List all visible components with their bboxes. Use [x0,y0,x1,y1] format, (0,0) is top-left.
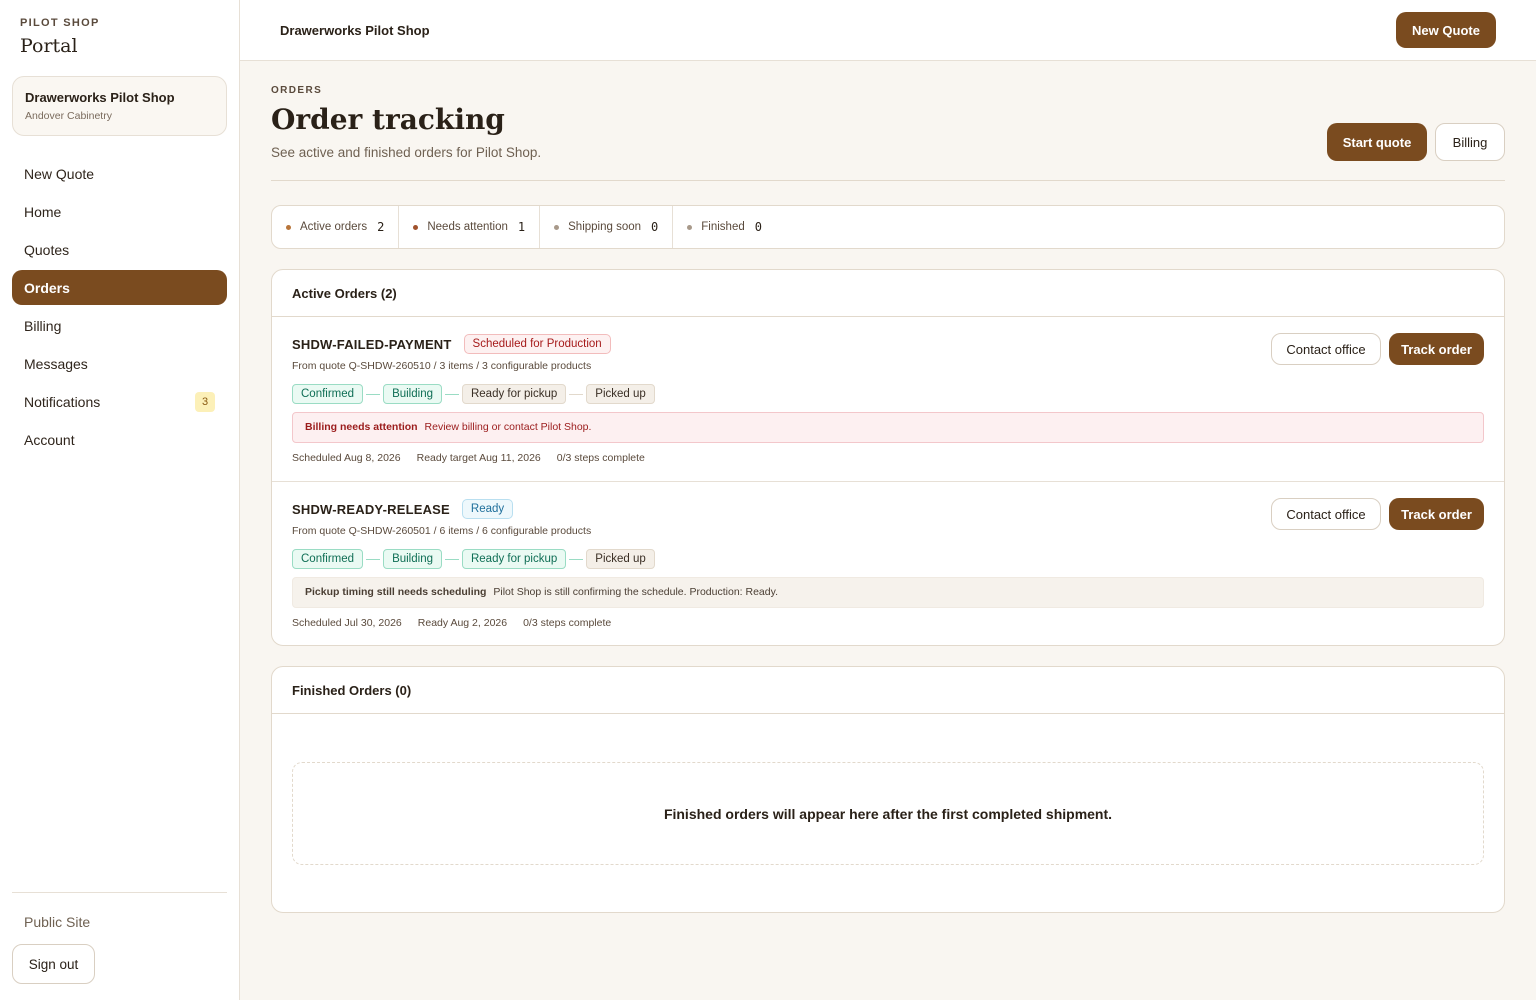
sidebar-item-label: Quotes [24,241,70,258]
notice-text: Review billing or contact Pilot Shop. [424,421,592,433]
sidebar-item-label: Messages [24,355,88,372]
sidebar-divider [12,892,227,893]
stat-label: Needs attention [427,221,508,233]
sidebar-nav: New Quote Home Quotes Orders Billing Mes… [12,156,227,460]
public-site-link[interactable]: Public Site [24,914,90,930]
order-card: SHDW-READY-RELEASE Ready From quote Q-SH… [272,482,1504,645]
sidebar-item-new-quote[interactable]: New Quote [12,156,227,191]
sidebar-item-home[interactable]: Home [12,194,227,229]
sidebar: PILOT SHOP Portal Drawerworks Pilot Shop… [0,0,240,1000]
order-id: SHDW-FAILED-PAYMENT [292,336,452,352]
order-progress: 0/3 steps complete [523,617,612,629]
notifications-badge: 3 [195,391,215,412]
stat-label: Finished [701,221,745,233]
sidebar-item-label: Home [24,203,62,220]
status-dot [413,224,419,230]
new-quote-button[interactable]: New Quote [1396,12,1496,48]
order-id: SHDW-READY-RELEASE [292,501,450,517]
notice-title: Billing needs attention [305,421,418,433]
sidebar-item-notifications[interactable]: Notifications 3 [12,384,227,419]
order-ready: Ready Aug 2, 2026 [417,617,508,629]
page-subtitle: See active and finished orders for Pilot… [271,145,542,160]
step-confirmed: Confirmed [292,549,364,569]
sidebar-item-label: Notifications [24,393,101,410]
sidebar-item-messages[interactable]: Messages [12,346,227,381]
stat-label: Active orders [300,221,368,233]
track-order-button[interactable]: Track order [1389,333,1484,365]
start-quote-button[interactable]: Start quote [1327,123,1427,161]
sidebar-item-label: Billing [24,317,62,334]
account-company: Andover Cabinetry [25,110,112,122]
page-eyebrow: ORDERS [271,85,323,96]
active-orders-heading: Active Orders (2) [272,270,1504,317]
sidebar-item-billing[interactable]: Billing [12,308,227,343]
stats-bar: Active orders 2 Needs attention 1 Shippi… [271,205,1505,249]
step-connector [444,393,459,395]
order-scheduled: Scheduled Aug 8, 2026 [292,452,401,464]
page-title: Order tracking [271,103,505,136]
stat-active-orders[interactable]: Active orders 2 [272,206,400,248]
topbar-title: Drawerworks Pilot Shop [280,23,430,38]
sidebar-item-label: Account [24,431,75,448]
step-building: Building [383,384,442,404]
order-footline: Scheduled Jul 30, 2026 Ready Aug 2, 2026… [292,617,1484,629]
step-connector [366,393,381,395]
step-building: Building [383,549,442,569]
status-dot [286,224,291,230]
contact-office-button[interactable]: Contact office [1271,333,1381,365]
stat-label: Shipping soon [568,221,642,233]
active-orders-panel: Active Orders (2) SHDW-FAILED-PAYMENT Sc… [271,269,1505,646]
order-notice: Billing needs attention Review billing o… [292,412,1484,443]
notice-text: Pilot Shop is still confirming the sched… [493,586,778,598]
order-steps: Confirmed Building Ready for pickup Pick… [292,549,1484,569]
header-divider [271,180,1505,181]
order-scheduled: Scheduled Jul 30, 2026 [292,617,402,629]
order-footline: Scheduled Aug 8, 2026 Ready target Aug 1… [292,452,1484,464]
order-ready: Ready target Aug 11, 2026 [416,452,541,464]
step-connector [569,393,584,395]
step-connector [569,558,584,560]
billing-button[interactable]: Billing [1435,123,1505,161]
order-steps: Confirmed Building Ready for pickup Pick… [292,384,1484,404]
stat-count: 2 [377,220,385,234]
step-picked-up: Picked up [586,384,655,404]
sidebar-item-orders[interactable]: Orders [12,270,227,305]
sidebar-item-label: Orders [24,279,70,296]
account-card: Drawerworks Pilot Shop Andover Cabinetry [12,76,227,136]
order-card: SHDW-FAILED-PAYMENT Scheduled for Produc… [272,317,1504,482]
step-confirmed: Confirmed [292,384,364,404]
order-progress: 0/3 steps complete [556,452,645,464]
finished-orders-heading: Finished Orders (0) [272,667,1504,714]
stat-finished[interactable]: Finished 0 [673,206,776,248]
stat-count: 0 [754,220,762,234]
order-notice: Pickup timing still needs scheduling Pil… [292,577,1484,608]
step-connector [366,558,381,560]
notice-title: Pickup timing still needs scheduling [305,586,487,598]
stat-shipping-soon[interactable]: Shipping soon 0 [540,206,674,248]
stat-count: 0 [651,220,659,234]
account-name: Drawerworks Pilot Shop [25,90,175,105]
status-dot [687,224,693,230]
sidebar-item-quotes[interactable]: Quotes [12,232,227,267]
contact-office-button[interactable]: Contact office [1271,498,1381,530]
finished-orders-panel: Finished Orders (0) Finished orders will… [271,666,1505,913]
step-connector [444,558,459,560]
step-ready-for-pickup: Ready for pickup [461,549,567,569]
sidebar-item-label: New Quote [24,165,95,182]
status-dot [554,224,560,230]
stat-needs-attention[interactable]: Needs attention 1 [399,206,541,248]
stat-count: 1 [517,220,526,234]
empty-state: Finished orders will appear here after t… [292,762,1484,865]
track-order-button[interactable]: Track order [1389,498,1484,530]
topbar: Drawerworks Pilot Shop New Quote [240,0,1536,61]
step-picked-up: Picked up [586,549,655,569]
step-ready-for-pickup: Ready for pickup [461,384,567,404]
brand-eyebrow: PILOT SHOP [20,17,100,29]
sign-out-button[interactable]: Sign out [12,944,95,984]
status-badge: Ready [461,499,514,519]
sidebar-item-account[interactable]: Account [12,422,227,457]
status-badge: Scheduled for Production [463,334,611,354]
brand-title: Portal [20,35,78,57]
